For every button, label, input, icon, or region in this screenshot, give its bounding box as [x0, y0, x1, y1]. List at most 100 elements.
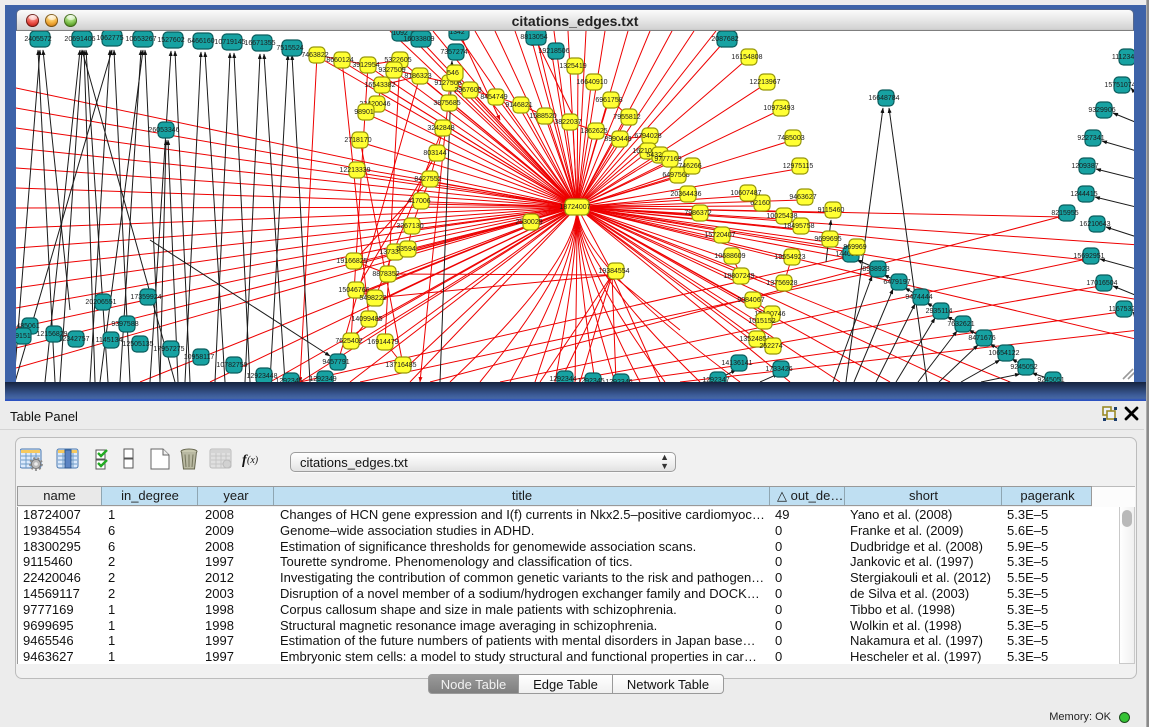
- svg-text:15046766: 15046766: [338, 287, 369, 294]
- svg-text:16033809: 16033809: [403, 36, 434, 43]
- svg-text:53594: 53594: [396, 246, 416, 253]
- svg-text:15692951: 15692951: [1073, 253, 1104, 260]
- svg-text:18724007: 18724007: [559, 204, 590, 211]
- svg-text:6794028: 6794028: [634, 133, 661, 140]
- svg-text:7485003: 7485003: [777, 135, 804, 142]
- svg-text:1588520: 1588520: [529, 113, 556, 120]
- svg-text:1292349: 1292349: [309, 376, 336, 382]
- svg-text:12505135: 12505135: [122, 341, 153, 348]
- svg-text:19384554: 19384554: [598, 268, 629, 275]
- svg-text:6466160: 6466160: [187, 38, 214, 45]
- svg-text:20364436: 20364436: [670, 191, 701, 198]
- svg-text:1244415: 1244415: [1070, 191, 1097, 198]
- svg-text:19654923: 19654923: [774, 254, 805, 261]
- svg-text:10607487: 10607487: [730, 190, 761, 197]
- svg-text:19166825: 19166825: [336, 258, 367, 265]
- svg-text:8813054: 8813054: [520, 34, 547, 41]
- svg-text:2087682: 2087682: [711, 36, 738, 43]
- svg-text:8878352: 8878352: [372, 271, 399, 278]
- svg-text:17359924: 17359924: [130, 294, 161, 301]
- svg-text:14099485: 14099485: [351, 316, 382, 323]
- svg-text:9084067: 9084067: [737, 297, 764, 304]
- svg-text:9777169: 9777169: [654, 156, 681, 163]
- svg-text:17016504: 17016504: [1086, 280, 1117, 287]
- svg-text:12213967: 12213967: [749, 79, 780, 86]
- svg-text:8938923: 8938923: [862, 266, 889, 273]
- svg-text:1292346: 1292346: [605, 379, 632, 382]
- svg-text:1112345: 1112345: [1112, 54, 1134, 61]
- svg-text:16648784: 16648784: [868, 95, 899, 102]
- svg-text:6479197: 6479197: [883, 279, 910, 286]
- svg-text:9227341: 9227341: [1077, 135, 1104, 142]
- svg-text:8990448: 8990448: [604, 136, 631, 143]
- svg-text:9245052: 9245052: [1010, 364, 1037, 371]
- svg-text:13716485: 13716485: [385, 362, 416, 369]
- svg-text:1292347: 1292347: [702, 377, 729, 382]
- svg-text:39151: 39151: [16, 333, 31, 340]
- svg-text:3912954: 3912954: [352, 62, 379, 69]
- svg-text:9474444: 9474444: [905, 294, 932, 301]
- svg-text:1362625: 1362625: [580, 128, 607, 135]
- svg-text:20206551: 20206551: [85, 299, 116, 306]
- svg-text:10782759: 10782759: [216, 362, 247, 369]
- svg-text:16154808: 16154808: [731, 54, 762, 61]
- svg-text:1167532: 1167532: [1109, 306, 1134, 313]
- svg-text:10653267: 10653267: [125, 36, 156, 43]
- svg-text:8427552: 8427552: [414, 176, 441, 183]
- svg-text:803144: 803144: [423, 150, 446, 157]
- svg-text:98901: 98901: [354, 109, 374, 116]
- svg-text:13756928: 13756928: [766, 280, 797, 287]
- svg-text:8215955: 8215955: [1051, 210, 1078, 217]
- svg-text:2935114: 2935114: [926, 308, 953, 315]
- svg-text:3242848: 3242848: [427, 125, 454, 132]
- svg-text:252274: 252274: [759, 343, 782, 350]
- svg-text:16671355: 16671355: [244, 40, 275, 47]
- svg-text:15751074: 15751074: [1104, 82, 1134, 89]
- svg-text:16543382: 16543382: [364, 82, 395, 89]
- svg-text:16210643: 16210643: [1079, 221, 1110, 228]
- svg-text:19218506: 19218506: [538, 48, 569, 55]
- svg-text:1292345: 1292345: [577, 378, 604, 382]
- svg-text:2405572: 2405572: [24, 36, 51, 43]
- svg-text:5498222: 5498222: [359, 295, 386, 302]
- svg-text:16640910: 16640910: [576, 79, 607, 86]
- svg-text:12923448: 12923448: [246, 373, 277, 380]
- svg-text:14136141: 14136141: [721, 360, 752, 367]
- svg-text:1292345: 1292345: [275, 378, 302, 382]
- svg-text:9457791: 9457791: [322, 359, 349, 366]
- svg-text:1342: 1342: [449, 31, 465, 36]
- svg-text:7955812: 7955812: [613, 114, 640, 121]
- svg-text:8471676: 8471676: [968, 335, 995, 342]
- svg-text:7986372: 7986372: [684, 210, 711, 217]
- svg-text:12213339: 12213339: [339, 167, 370, 174]
- svg-text:1062775: 1062775: [96, 35, 123, 42]
- svg-text:10719145: 10719145: [214, 39, 245, 46]
- svg-text:(x): (x): [247, 455, 259, 466]
- svg-text:2718170: 2718170: [344, 137, 371, 144]
- svg-text:9397588: 9397588: [111, 321, 138, 328]
- svg-text:8660124: 8660124: [326, 57, 353, 64]
- svg-text:9463627: 9463627: [789, 194, 816, 201]
- svg-text:1145134: 1145134: [96, 337, 123, 344]
- svg-text:7632621: 7632621: [947, 321, 974, 328]
- svg-text:546: 546: [447, 70, 459, 77]
- svg-text:10973493: 10973493: [763, 105, 794, 112]
- svg-text:3822037: 3822037: [554, 119, 581, 126]
- svg-text:1209387: 1209387: [1071, 163, 1098, 170]
- svg-text:9699695: 9699695: [814, 236, 841, 243]
- svg-text:10025438: 10025438: [766, 213, 797, 220]
- svg-text:12342757: 12342757: [58, 336, 89, 343]
- svg-text:10688609: 10688609: [714, 253, 745, 260]
- svg-text:18495758: 18495758: [783, 223, 814, 230]
- svg-text:2967608: 2967608: [454, 87, 481, 94]
- svg-text:3875685: 3875685: [433, 100, 460, 107]
- svg-text:1733426: 1733426: [765, 366, 792, 373]
- svg-text:10654122: 10654122: [988, 350, 1019, 357]
- svg-text:3267130: 3267130: [396, 223, 423, 230]
- svg-text:7625402: 7625402: [335, 338, 362, 345]
- svg-text:7357274: 7357274: [440, 49, 467, 56]
- svg-text:9245051: 9245051: [1037, 377, 1064, 382]
- svg-text:417006: 417006: [407, 198, 430, 205]
- svg-text:1325419: 1325419: [559, 63, 586, 70]
- svg-text:10958117: 10958117: [184, 354, 215, 361]
